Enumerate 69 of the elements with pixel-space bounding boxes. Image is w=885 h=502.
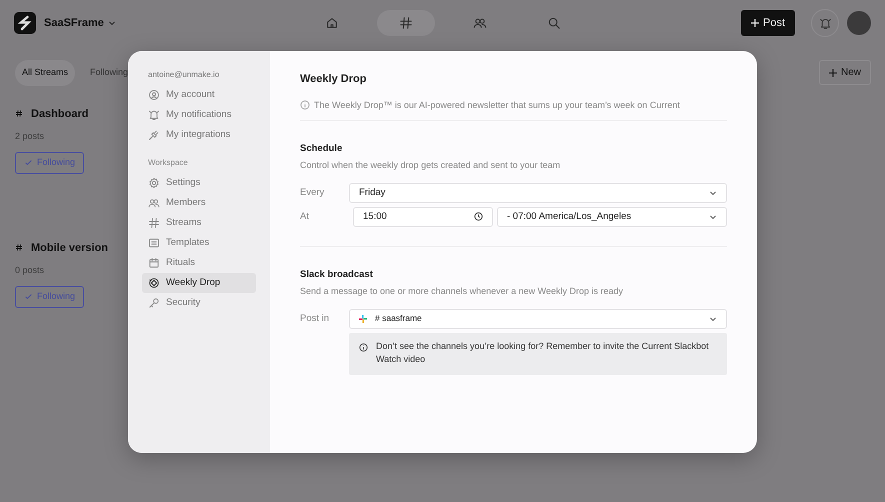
channel-select[interactable]: # saasframe xyxy=(349,308,727,328)
section-description: Control when the weekly drop gets created and sent to your team xyxy=(300,159,562,172)
intro-text: The Weekly Drop™ is our AI-powered newsletter that sums up your team’s week on Current xyxy=(314,98,680,112)
clock-icon xyxy=(474,212,483,222)
people-icon xyxy=(148,197,160,209)
post-button[interactable]: Post xyxy=(740,10,795,36)
chevron-down-icon xyxy=(108,19,116,27)
plug-icon xyxy=(148,129,160,141)
logo-icon[interactable] xyxy=(14,12,36,34)
filter-tab[interactable]: Following xyxy=(83,60,136,86)
info-icon xyxy=(359,342,368,352)
info-icon xyxy=(300,100,310,110)
video-link[interactable]: Watch video xyxy=(376,353,426,366)
workspace-switcher[interactable]: SaaSFrame xyxy=(44,14,116,32)
sidebar-item[interactable]: Members xyxy=(142,193,256,213)
home-icon xyxy=(324,16,338,30)
plus-icon xyxy=(828,68,837,77)
hash-icon xyxy=(398,16,412,30)
calendar-icon xyxy=(148,257,160,269)
nav-tab[interactable] xyxy=(376,10,434,36)
search-icon xyxy=(546,16,560,30)
time-field[interactable]: 15:00 xyxy=(353,206,493,227)
bell-icon xyxy=(148,109,160,121)
notice-text: Don’t see the channels you’re looking for? Remember to invite the Current Slackbot xyxy=(376,340,709,353)
settings-icon xyxy=(148,177,160,189)
key-icon xyxy=(148,297,160,309)
field-label: At xyxy=(300,210,310,224)
template-icon xyxy=(148,237,160,249)
hash-icon xyxy=(15,109,23,118)
new-button[interactable]: New xyxy=(818,60,871,86)
hash-icon xyxy=(148,217,160,229)
slack-icon xyxy=(359,314,367,322)
account-email: antoine@unmake.io xyxy=(147,69,220,81)
check-icon xyxy=(24,158,33,168)
timezone-select[interactable]: - 07:00 America/Los_Angeles xyxy=(497,206,727,227)
sidebar-item[interactable]: Templates xyxy=(142,233,256,253)
post-count: 0 posts xyxy=(15,265,44,275)
sidebar-item[interactable]: Streams xyxy=(142,213,256,233)
sidebar-item[interactable]: My notifications xyxy=(142,105,256,125)
dialog-title: Weekly Drop xyxy=(300,72,368,87)
avatar[interactable] xyxy=(847,11,871,35)
post-count: 2 posts xyxy=(15,131,44,141)
bell-icon xyxy=(818,16,832,30)
sidebar-item[interactable]: Rituals xyxy=(142,253,256,273)
day-select[interactable]: Friday xyxy=(349,182,727,203)
sidebar-item[interactable]: Security xyxy=(142,293,256,313)
section-title: Schedule xyxy=(300,142,344,156)
stream-title[interactable]: Dashboard xyxy=(31,106,88,122)
sidebar-item[interactable]: My account xyxy=(142,85,256,105)
chevron-down-icon xyxy=(709,314,717,322)
section-title: Slack broadcast xyxy=(300,268,374,282)
field-label: Every xyxy=(300,186,326,200)
chevron-down-icon xyxy=(709,188,717,197)
sidebar-item[interactable]: My integrations xyxy=(142,125,256,145)
sidebar-item[interactable]: Weekly Drop xyxy=(142,273,256,293)
chevron-down-icon xyxy=(709,212,717,221)
check-icon xyxy=(24,292,33,302)
plus-icon xyxy=(750,19,759,27)
field-label: Post in xyxy=(300,312,330,326)
filter-tab[interactable]: All Streams xyxy=(15,60,76,86)
section-description: Send a message to one or more channels whenever a new Weekly Drop is ready xyxy=(300,285,624,298)
people-icon xyxy=(472,16,486,30)
hash-icon xyxy=(15,243,23,252)
user-circle-icon xyxy=(148,89,160,101)
section-heading: Workspace xyxy=(147,157,189,169)
badge-icon xyxy=(148,277,160,289)
stream-title[interactable]: Mobile version xyxy=(31,240,108,256)
notifications-button[interactable] xyxy=(811,9,839,37)
sidebar-item[interactable]: Settings xyxy=(142,173,256,193)
